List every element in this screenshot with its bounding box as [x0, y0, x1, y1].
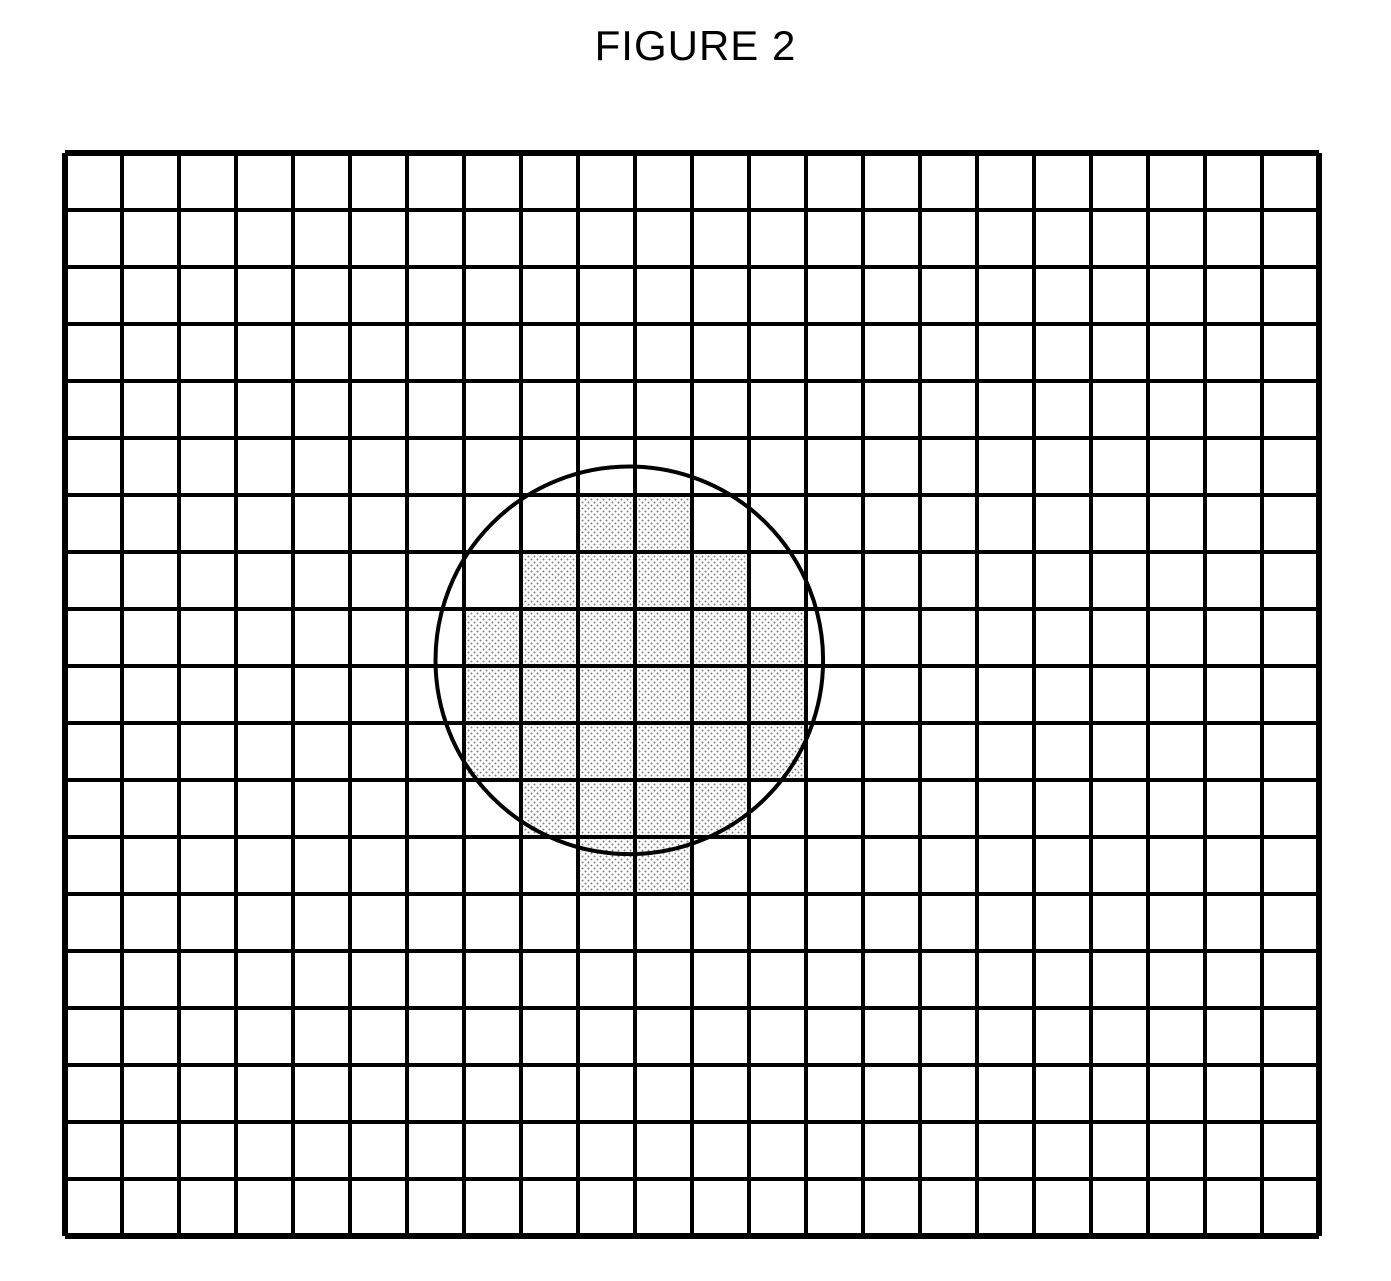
shaded-cell: [635, 495, 692, 552]
shaded-cell: [464, 609, 521, 666]
shaded-cell: [578, 495, 635, 552]
shaded-cell: [635, 552, 692, 609]
figure-container: [62, 150, 1322, 1239]
shaded-cell: [521, 666, 578, 723]
shaded-cell: [578, 780, 635, 837]
shaded-cell: [692, 609, 749, 666]
shaded-cell: [692, 780, 749, 837]
shaded-cell: [692, 723, 749, 780]
shaded-cell: [692, 666, 749, 723]
shaded-cell: [692, 552, 749, 609]
shaded-cell: [578, 666, 635, 723]
grid-circle-diagram: [62, 150, 1322, 1239]
shaded-cell: [521, 609, 578, 666]
shaded-cell: [578, 723, 635, 780]
shaded-cell: [749, 666, 806, 723]
shaded-cell: [749, 723, 806, 780]
shaded-cell: [635, 609, 692, 666]
shaded-cell: [635, 780, 692, 837]
figure-title: FIGURE 2: [0, 22, 1391, 70]
shaded-cell: [464, 666, 521, 723]
shaded-cell: [521, 552, 578, 609]
shaded-cell: [578, 609, 635, 666]
shaded-cell: [521, 723, 578, 780]
page-root: FIGURE 2: [0, 0, 1391, 1281]
shaded-cell: [635, 666, 692, 723]
shaded-cell: [635, 723, 692, 780]
shaded-cell: [578, 837, 635, 894]
shaded-cell: [578, 552, 635, 609]
shaded-cell: [749, 609, 806, 666]
